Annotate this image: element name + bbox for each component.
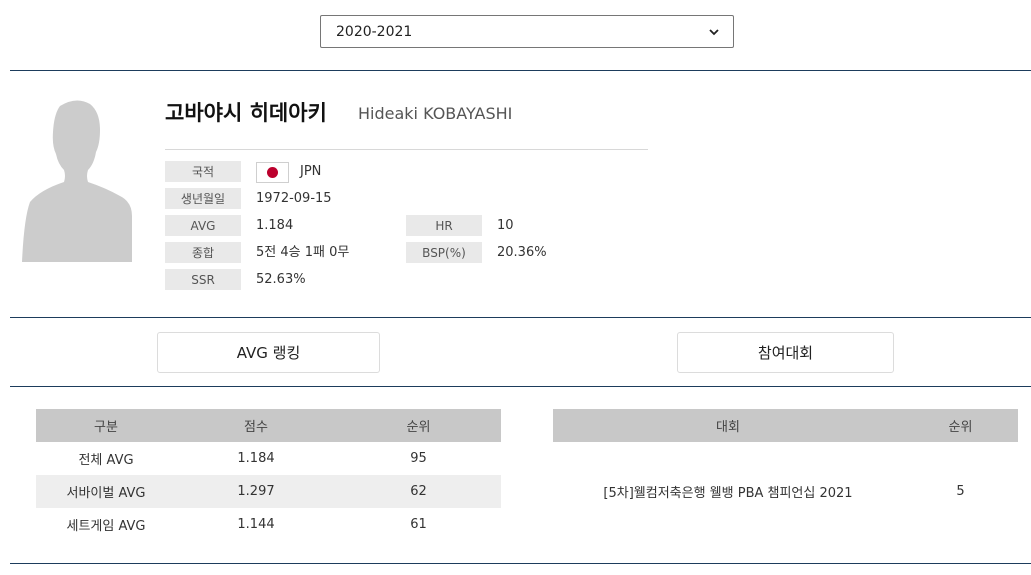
bsp-value: 20.36% (497, 245, 547, 260)
table-row: 전체 AVG 1.184 95 (36, 442, 501, 475)
nationality-value: JPN (300, 164, 322, 179)
divider-middle (10, 317, 1031, 318)
column-header: 대회 (553, 409, 903, 442)
avg-ranking-table: 구분 점수 순위 전체 AVG 1.184 95 서바이벌 AVG 1.297 … (36, 409, 501, 541)
player-name-korean: 고바야시 히데아키 (165, 101, 327, 125)
divider-bottom (10, 563, 1031, 564)
table-header-row: 구분 점수 순위 (36, 409, 501, 442)
table-cell: 1.184 (237, 451, 275, 466)
table-row[interactable]: [5차]웰컴저축은행 웰뱅 PBA 챔피언십 2021 5 (553, 442, 1018, 541)
bsp-label: BSP(%) (406, 242, 482, 263)
birthdate-label: 생년월일 (165, 188, 241, 209)
tournament-table: 대회 순위 [5차]웰컴저축은행 웰뱅 PBA 챔피언십 2021 5 (553, 409, 1018, 541)
birthdate-value: 1972-09-15 (256, 191, 332, 206)
column-header: 점수 (176, 409, 336, 442)
japan-flag-icon (256, 162, 289, 183)
column-header: 순위 (336, 409, 501, 442)
ssr-value: 52.63% (256, 272, 306, 287)
column-header: 구분 (36, 409, 176, 442)
table-cell: 62 (336, 475, 501, 508)
table-header-row: 대회 순위 (553, 409, 1018, 442)
table-cell: 서바이벌 AVG (36, 475, 176, 508)
nationality-label: 국적 (165, 161, 241, 182)
avg-value: 1.184 (256, 218, 294, 233)
record-value: 5전 4승 1패 0무 (256, 245, 350, 260)
table-cell: 1.144 (237, 517, 275, 532)
table-cell: 1.297 (176, 475, 336, 508)
tab-avg-ranking[interactable]: AVG 랭킹 (157, 332, 380, 373)
table-cell: 95 (410, 451, 427, 466)
ssr-label: SSR (165, 269, 241, 290)
table-cell: 전체 AVG (78, 453, 134, 468)
table-row: 세트게임 AVG 1.144 61 (36, 508, 501, 541)
tab-tournaments[interactable]: 참여대회 (677, 332, 894, 373)
avg-label: AVG (165, 215, 241, 236)
table-row: 서바이벌 AVG 1.297 62 (36, 475, 501, 508)
record-label: 종합 (165, 242, 241, 263)
season-select-value: 2020-2021 (336, 23, 413, 40)
player-name-english: Hideaki KOBAYASHI (358, 104, 513, 123)
divider-lower (10, 386, 1031, 387)
hr-label: HR (406, 215, 482, 236)
tournament-name-cell[interactable]: [5차]웰컴저축은행 웰뱅 PBA 챔피언십 2021 (553, 442, 903, 541)
table-cell: 61 (410, 517, 427, 532)
tournament-rank-cell: 5 (956, 484, 965, 499)
column-header: 순위 (903, 409, 1018, 442)
hr-value: 10 (497, 218, 514, 233)
player-avatar-icon (22, 100, 132, 262)
season-select[interactable]: 2020-2021 (320, 15, 734, 48)
chevron-down-icon (709, 28, 719, 35)
table-cell: 세트게임 AVG (66, 519, 146, 534)
name-separator (165, 149, 648, 150)
divider-top (10, 70, 1031, 71)
